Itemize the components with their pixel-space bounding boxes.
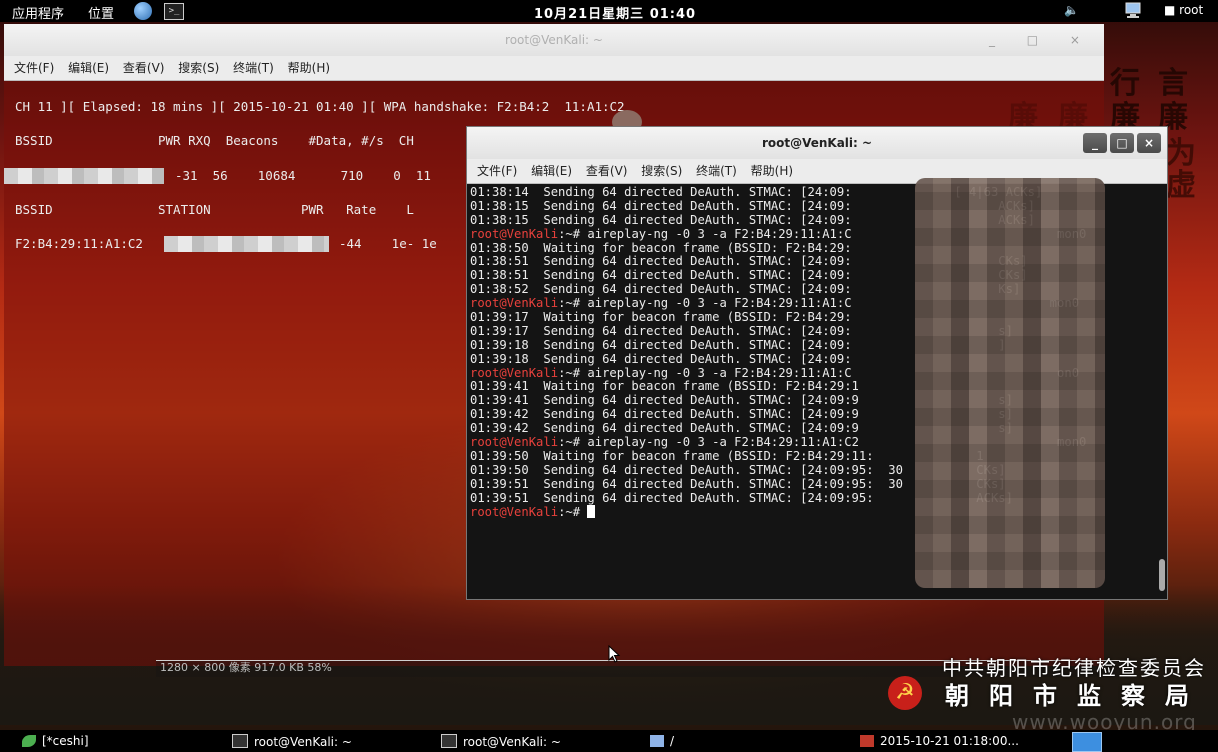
taskbar-item-image-viewer[interactable]: 2015-10-21 01:18:00... [860,734,1019,748]
prompt-suffix: :~# [558,226,588,241]
window-title: root@VenKali: ~ [505,33,603,47]
menu-edit[interactable]: 编辑(E) [531,159,572,183]
terminal-scrollbar[interactable] [1159,559,1165,591]
mouse-pointer-icon [608,645,621,663]
window-controls[interactable]: _ □ × [989,24,1094,56]
shell-prompt: root@VenKali [470,296,559,311]
terminal-launcher-icon[interactable]: >_ [164,3,184,20]
menu-terminal[interactable]: 终端(T) [233,56,274,80]
folder-icon [650,735,664,747]
shell-prompt: root@VenKali [470,365,559,380]
window-titlebar[interactable]: root@VenKali: ~ _ □ × [4,24,1104,56]
window-title: root@VenKali: ~ [761,136,873,150]
redacted-station-mac [164,236,329,252]
minimize-button[interactable]: _ [1083,133,1107,153]
menu-view[interactable]: 查看(V) [123,56,165,80]
wallpaper-char: 虚 [1166,168,1196,203]
taskbar-item-label: root@VenKali: ~ [254,735,352,749]
menu-search[interactable]: 搜索(S) [178,56,219,80]
maximize-button[interactable]: □ [1110,133,1134,153]
menu-help[interactable]: 帮助(H) [751,159,793,183]
station-table-header: BSSID STATION PWR Rate L [15,202,414,217]
user-name: root [1179,3,1204,17]
terminal-icon [232,734,248,748]
chat-icon: ■ [1164,3,1176,17]
redacted-bssid [4,168,164,184]
menu-view[interactable]: 查看(V) [586,159,628,183]
watermark-bureau: 朝阳市监察局 [945,681,1209,710]
leaf-icon [22,735,36,747]
prompt-suffix: :~# [558,296,588,311]
terminal-menubar: 文件(F) 编辑(E) 查看(V) 搜索(S) 终端(T) 帮助(H) [4,56,1104,81]
shell-prompt: root@VenKali [470,505,559,520]
top-panel: 应用程序 位置 >_ 10月21日星期三 01:40 🔈 ■ root [0,0,1218,22]
shell-prompt: root@VenKali [470,435,559,450]
network-icon[interactable] [1124,2,1142,23]
taskbar-item-terminal-1[interactable]: root@VenKali: ~ [232,734,352,749]
taskbar-item-ceshi[interactable]: [*ceshi] [22,734,89,748]
menu-search[interactable]: 搜索(S) [641,159,682,183]
prompt-suffix: :~# [558,505,588,520]
image-info: 1280 × 800 像素 917.0 KB 58% [160,661,332,674]
ap-row-values: -31 56 10684 710 0 11 [175,168,431,183]
station-bssid: F2:B4:29:11:A1:C2 [15,236,143,251]
redaction-mosaic [915,178,1105,588]
prompt-suffix: :~# [558,435,588,450]
close-button[interactable]: × [1137,133,1161,153]
browser-icon[interactable] [134,2,152,20]
clock[interactable]: 10月21日星期三 01:40 [534,3,696,22]
prompt-suffix: :~# [558,365,588,380]
window-titlebar[interactable]: root@VenKali: ~ _ □ × [467,127,1167,159]
taskbar-item-terminal-2[interactable]: root@VenKali: ~ [441,734,561,749]
menu-file[interactable]: 文件(F) [477,159,517,183]
airodump-status-line: CH 11 ][ Elapsed: 18 mins ][ 2015-10-21 … [15,99,625,114]
taskbar-item-label: / [670,734,675,748]
image-icon [860,735,874,747]
menu-terminal[interactable]: 终端(T) [696,159,737,183]
ap-table-header: BSSID PWR RXQ Beacons #Data, #/s CH [15,133,414,148]
places-menu[interactable]: 位置 [88,3,114,22]
applications-menu[interactable]: 应用程序 [12,3,64,22]
user-menu[interactable]: ■ root [1164,3,1203,17]
workspace-switcher[interactable] [1072,732,1102,752]
shell-prompt: root@VenKali [470,226,559,241]
volume-icon[interactable]: 🔈 [1064,3,1079,17]
taskbar-item-label: root@VenKali: ~ [463,735,561,749]
party-emblem-icon: ☭ [888,676,922,710]
taskbar-item-label: [*ceshi] [42,734,89,748]
terminal-icon [441,734,457,748]
taskbar-item-label: 2015-10-21 01:18:00... [880,734,1019,748]
station-row-values: -44 1e- 1e [339,236,437,251]
taskbar: [*ceshi] root@VenKali: ~ root@VenKali: ~… [0,730,1218,752]
menu-edit[interactable]: 编辑(E) [68,56,109,80]
text-cursor [587,505,596,519]
taskbar-item-files[interactable]: / [650,734,674,748]
menu-file[interactable]: 文件(F) [14,56,54,80]
menu-help[interactable]: 帮助(H) [288,56,330,80]
